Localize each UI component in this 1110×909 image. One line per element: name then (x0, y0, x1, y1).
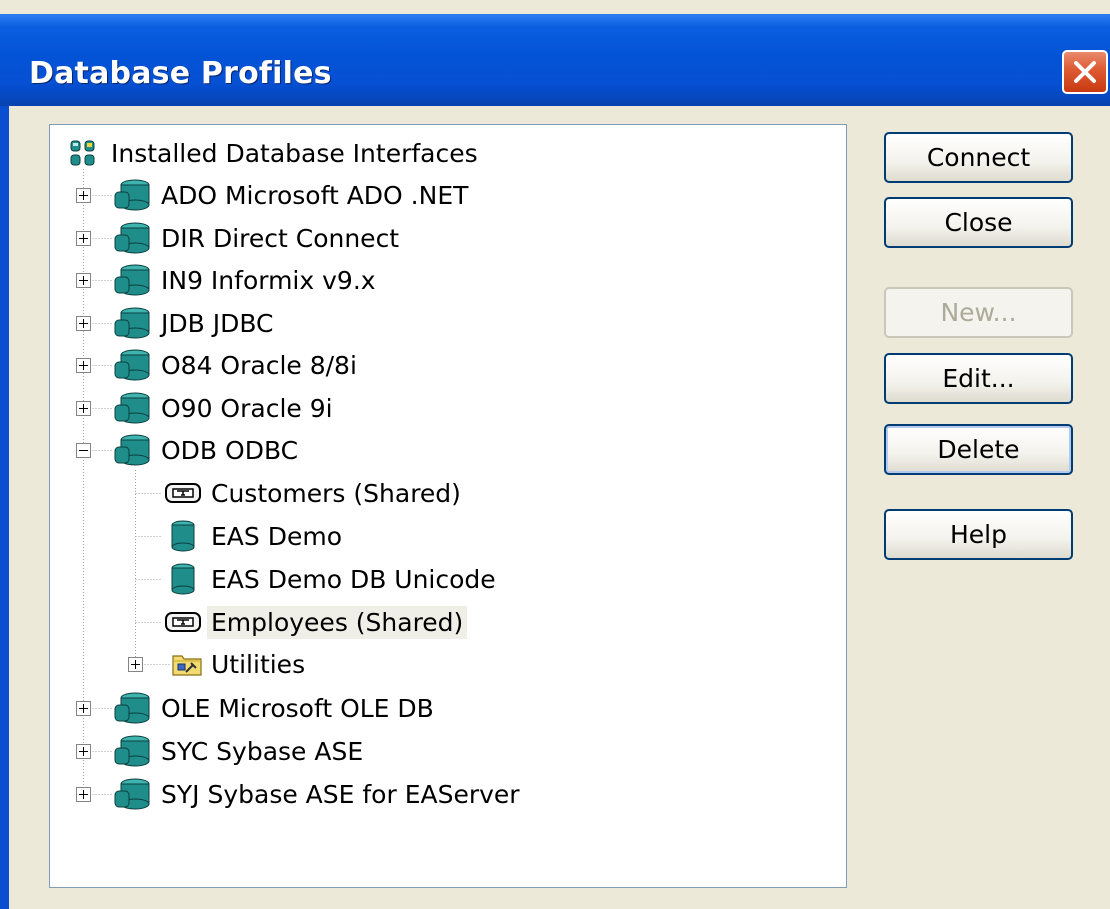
tree-item-label: Utilities (211, 649, 306, 679)
database-icon (112, 177, 154, 213)
profiles-tree[interactable]: Installed Database Interfaces ADO Micros… (49, 124, 847, 888)
tree-item-ole[interactable]: OLE Microsoft OLE DB (112, 690, 438, 726)
tree-root-label: Installed Database Interfaces (111, 138, 478, 168)
database-icon (112, 733, 154, 769)
database-profiles-dialog: Database Profiles Installed Database Int… (0, 0, 1110, 909)
expand-button[interactable] (76, 358, 91, 373)
expand-button[interactable] (76, 273, 91, 288)
database-interfaces-icon (62, 135, 104, 171)
tree-item-label: JDB JDBC (161, 308, 274, 338)
database-profile-icon (162, 518, 204, 554)
database-icon (112, 776, 154, 812)
delete-button[interactable]: Delete (884, 424, 1073, 475)
expand-button[interactable] (128, 657, 143, 672)
tree-item-utilities[interactable]: Utilities (170, 646, 309, 682)
tree-item-label: EAS Demo DB Unicode (211, 564, 496, 594)
database-profile-icon (162, 561, 204, 597)
tree-item-dir[interactable]: DIR Direct Connect (112, 220, 403, 256)
tree-item-label: OLE Microsoft OLE DB (161, 693, 434, 723)
expand-button[interactable] (76, 231, 91, 246)
tree-item-syc[interactable]: SYC Sybase ASE (112, 733, 367, 769)
tree-item-label: DIR Direct Connect (161, 223, 400, 253)
expand-button[interactable] (76, 701, 91, 716)
tree-item-label: O90 Oracle 9i (161, 393, 333, 423)
expand-button[interactable] (76, 787, 91, 802)
tree-root[interactable]: Installed Database Interfaces (62, 135, 482, 171)
database-icon (112, 432, 154, 468)
tree-item-label: IN9 Informix v9.x (161, 265, 376, 295)
tree-item-label: Employees (Shared) (207, 605, 468, 639)
tree-item-o90[interactable]: O90 Oracle 9i (112, 390, 337, 426)
database-icon (112, 690, 154, 726)
window-title: Database Profiles (29, 56, 332, 91)
database-icon (112, 390, 154, 426)
tree-item-odb[interactable]: ODB ODBC (112, 432, 302, 468)
expand-button[interactable] (76, 316, 91, 331)
database-icon (112, 262, 154, 298)
close-icon[interactable] (1062, 50, 1108, 94)
utilities-folder-icon (170, 646, 204, 682)
database-icon (112, 305, 154, 341)
database-icon (112, 220, 154, 256)
tree-item-syj[interactable]: SYJ Sybase ASE for EAServer (112, 776, 524, 812)
tree-item-eas-demo-unicode[interactable]: EAS Demo DB Unicode (162, 561, 500, 597)
connect-button[interactable]: Connect (884, 132, 1073, 183)
tree-item-eas-demo[interactable]: EAS Demo (162, 518, 346, 554)
expand-button[interactable] (76, 744, 91, 759)
tree-item-jdb[interactable]: JDB JDBC (112, 305, 278, 341)
close-button[interactable]: Close (884, 197, 1073, 248)
tree-item-label: O84 Oracle 8/8i (161, 350, 357, 380)
tree-item-employees[interactable]: Employees (Shared) (162, 604, 468, 640)
expand-button[interactable] (76, 401, 91, 416)
window-left-border (0, 106, 9, 909)
tree-item-label: Customers (Shared) (211, 478, 461, 508)
help-button[interactable]: Help (884, 509, 1073, 560)
tree-item-label: ADO Microsoft ADO .NET (161, 180, 469, 210)
database-icon (112, 347, 154, 383)
new-button[interactable]: New... (884, 287, 1073, 338)
tree-item-in9[interactable]: IN9 Informix v9.x (112, 262, 380, 298)
tree-item-ado[interactable]: ADO Microsoft ADO .NET (112, 177, 472, 213)
tree-item-label: SYJ Sybase ASE for EAServer (161, 779, 520, 809)
shared-profile-icon (162, 604, 204, 640)
tree-item-label: SYC Sybase ASE (161, 736, 364, 766)
shared-profile-icon (162, 475, 204, 511)
title-bar[interactable]: Database Profiles (0, 14, 1110, 106)
tree-item-customers[interactable]: Customers (Shared) (162, 475, 465, 511)
tree-item-label: ODB ODBC (161, 435, 299, 465)
tree-item-label: EAS Demo (211, 521, 342, 551)
expand-button[interactable] (76, 188, 91, 203)
edit-button[interactable]: Edit... (884, 353, 1073, 404)
collapse-button[interactable] (76, 443, 91, 458)
tree-item-o84[interactable]: O84 Oracle 8/8i (112, 347, 361, 383)
